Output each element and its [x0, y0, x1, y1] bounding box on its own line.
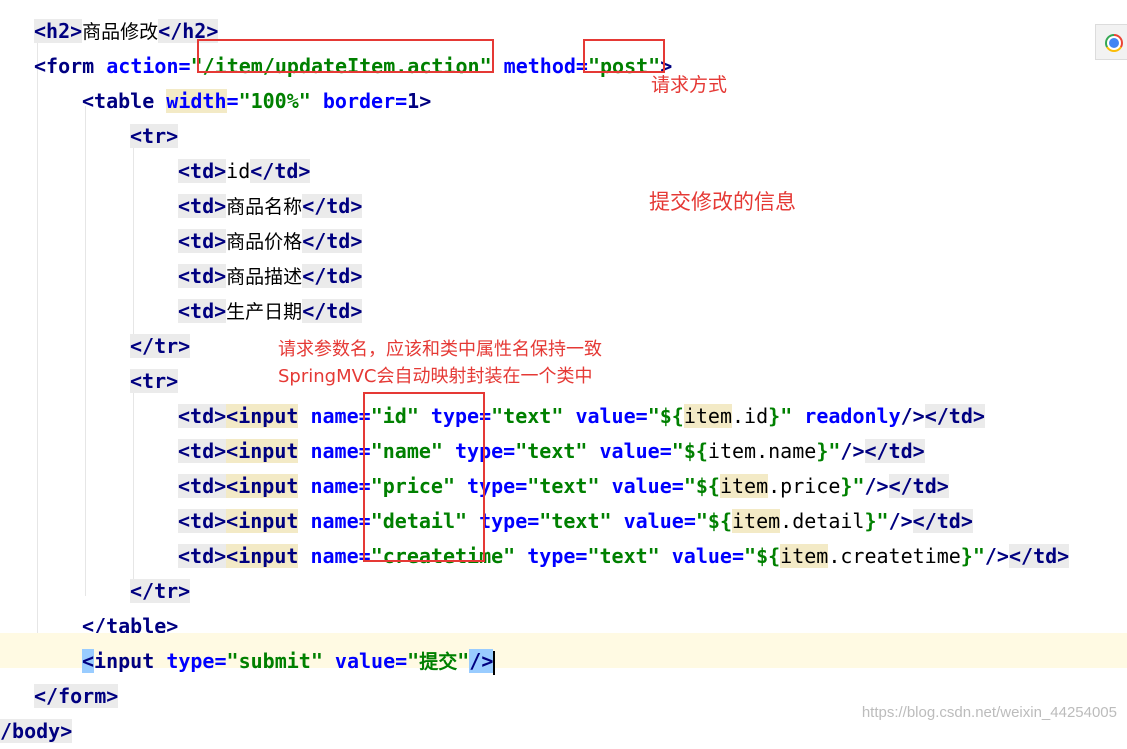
code-line: <td><input name="price" type="text" valu…: [0, 458, 1127, 498]
code-line: </form>: [0, 668, 1127, 708]
code-line: <tr>: [0, 108, 1127, 148]
code-line: <td><input name="detail" type="text" val…: [0, 493, 1127, 533]
submit-annotation: 提交修改的信息: [649, 190, 796, 214]
param-annotation-line1: 请求参数名，应该和类中属性名保持一致: [278, 339, 602, 360]
param-annotation-line2: SpringMVC会自动映射封装在一个类中: [278, 366, 593, 387]
watermark: https://blog.csdn.net/weixin_44254005: [861, 704, 1117, 721]
param-names-highlight-box: [363, 392, 485, 562]
current-code-line[interactable]: <input type="submit" value="提交"/>: [0, 633, 1127, 675]
code-line: <td>生产日期</td>: [0, 283, 1127, 323]
code-line: <td><input name="createtime" type="text"…: [0, 528, 1127, 568]
code-line: </tr>: [0, 563, 1127, 603]
code-line: <td>id</td>: [0, 143, 1127, 183]
code-line: <td>商品价格</td>: [0, 213, 1127, 253]
code-line: <td>商品名称</td>: [0, 178, 1127, 218]
code-line: <h2>商品修改</h2>: [0, 3, 1127, 43]
chrome-icon: [1105, 34, 1123, 52]
method-highlight-box: [583, 39, 665, 73]
browser-preview-button[interactable]: [1095, 24, 1127, 60]
code-line: </table>: [0, 598, 1127, 638]
method-annotation: 请求方式: [651, 74, 728, 96]
code-line: <table width="100%" border=1>: [0, 73, 1127, 113]
code-line: <form action="/item/updateItem.action" m…: [0, 38, 1127, 78]
body-close-tag: /body>: [0, 719, 73, 743]
code-line: <td>商品描述</td>: [0, 248, 1127, 288]
code-line: <td><input name="name" type="text" value…: [0, 423, 1127, 463]
code-line: <td><input name="id" type="text" value="…: [0, 388, 1127, 428]
action-highlight-box: [197, 39, 494, 73]
